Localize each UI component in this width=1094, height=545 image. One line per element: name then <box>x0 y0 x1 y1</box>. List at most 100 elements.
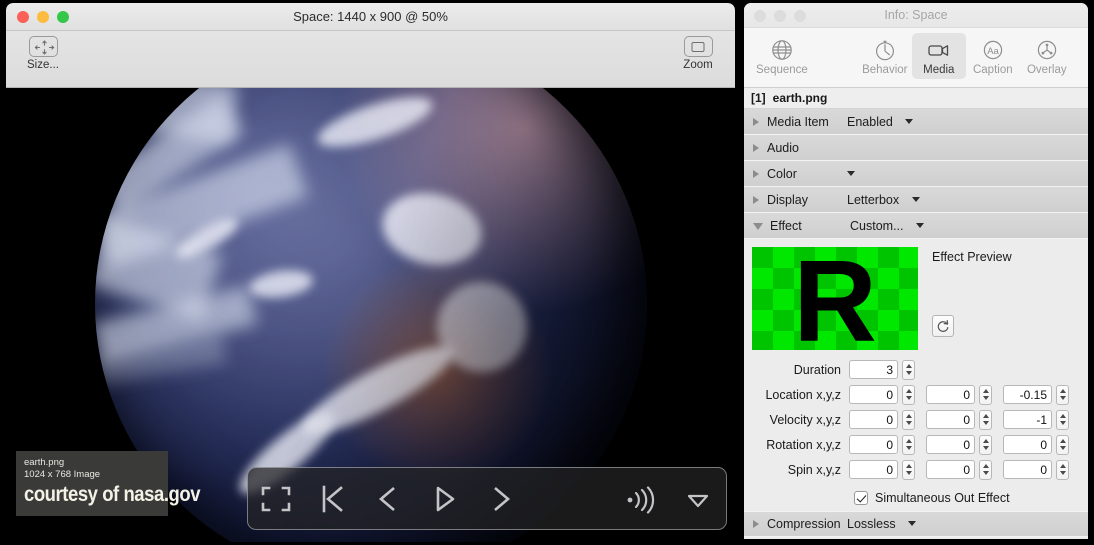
stepper-up-icon[interactable] <box>905 364 912 368</box>
stepper-up-icon[interactable] <box>905 439 912 443</box>
stepper-up-icon[interactable] <box>982 439 989 443</box>
spin-z-input[interactable] <box>1003 460 1052 479</box>
property-value-media-item[interactable]: Enabled <box>847 115 914 129</box>
location-x-input[interactable] <box>849 385 898 404</box>
velocity-y-input[interactable] <box>926 410 975 429</box>
property-row-compression[interactable]: Compression Lossless <box>744 511 1088 537</box>
stepper-up-icon[interactable] <box>982 389 989 393</box>
field-row-rotation: Rotation x,y,z <box>744 432 1088 457</box>
disclosure-triangle-open-icon[interactable] <box>753 223 763 230</box>
disclosure-triangle-icon[interactable] <box>753 169 759 178</box>
stepper-down-icon[interactable] <box>905 396 912 400</box>
property-value-effect[interactable]: Custom... <box>850 219 924 233</box>
tab-behavior[interactable]: Behavior <box>858 33 912 79</box>
disclosure-triangle-icon[interactable] <box>753 195 759 204</box>
play-button[interactable] <box>416 476 472 522</box>
image-canvas[interactable]: earth.png 1024 x 768 Image courtesy of n… <box>6 88 735 542</box>
stepper-down-icon[interactable] <box>905 421 912 425</box>
stepper-down-icon[interactable] <box>1059 446 1066 450</box>
stepper-up-icon[interactable] <box>1059 464 1066 468</box>
velocity-x-stepper[interactable] <box>902 409 915 430</box>
property-row-color[interactable]: Color <box>744 161 1088 187</box>
rotation-z-stepper[interactable] <box>1056 434 1069 455</box>
disclosure-triangle-icon[interactable] <box>753 117 759 126</box>
property-row-media-item[interactable]: Media Item Enabled <box>744 109 1088 135</box>
tab-sequence[interactable]: Sequence <box>752 33 812 79</box>
rotation-z-input[interactable] <box>1003 435 1052 454</box>
stepper-down-icon[interactable] <box>905 371 912 375</box>
chevron-down-icon[interactable] <box>915 222 924 228</box>
stepper-up-icon[interactable] <box>1059 414 1066 418</box>
velocity-y-stepper[interactable] <box>979 409 992 430</box>
next-button[interactable] <box>472 476 528 522</box>
duration-input[interactable] <box>849 360 898 379</box>
spin-x-stepper[interactable] <box>902 459 915 480</box>
chevron-down-icon[interactable] <box>908 521 917 526</box>
zoom-button[interactable]: Zoom <box>669 36 727 71</box>
property-value-compression[interactable]: Lossless <box>847 517 917 531</box>
rotation-x-input[interactable] <box>849 435 898 454</box>
simultaneous-out-effect-checkbox[interactable] <box>854 491 868 505</box>
chevron-down-icon[interactable] <box>847 170 855 176</box>
tab-overlay[interactable]: Overlay <box>1020 33 1074 79</box>
stepper-up-icon[interactable] <box>982 414 989 418</box>
stepper-up-icon[interactable] <box>1059 389 1066 393</box>
stepper-down-icon[interactable] <box>905 471 912 475</box>
stepper-up-icon[interactable] <box>982 464 989 468</box>
spin-z-stepper[interactable] <box>1056 459 1069 480</box>
tab-behavior-label: Behavior <box>862 64 908 76</box>
tab-caption[interactable]: Aa Caption <box>966 33 1020 79</box>
shade-button[interactable] <box>670 476 726 522</box>
property-row-audio[interactable]: Audio <box>744 135 1088 161</box>
stopwatch-icon <box>862 37 908 63</box>
stepper-up-icon[interactable] <box>1059 439 1066 443</box>
stepper-down-icon[interactable] <box>1059 421 1066 425</box>
rotation-y-stepper[interactable] <box>979 434 992 455</box>
location-z-input[interactable] <box>1003 385 1052 404</box>
property-row-effect[interactable]: Effect Custom... <box>744 213 1088 239</box>
stepper-down-icon[interactable] <box>1059 396 1066 400</box>
disclosure-triangle-icon[interactable] <box>753 143 759 152</box>
previous-button[interactable] <box>360 476 416 522</box>
chevron-down-icon[interactable] <box>911 196 920 202</box>
spin-x-input[interactable] <box>849 460 898 479</box>
velocity-x-input[interactable] <box>849 410 898 429</box>
fullscreen-button[interactable] <box>248 476 304 522</box>
field-label-rotation: Rotation x,y,z <box>766 437 841 452</box>
size-button[interactable]: Size... <box>14 36 72 71</box>
stepper-up-icon[interactable] <box>905 389 912 393</box>
velocity-z-stepper[interactable] <box>1056 409 1069 430</box>
stepper-up-icon[interactable] <box>905 464 912 468</box>
effect-preview-thumbnail[interactable]: R <box>752 247 918 350</box>
volume-button[interactable] <box>614 476 670 522</box>
stepper-down-icon[interactable] <box>982 471 989 475</box>
field-label-location: Location x,y,z <box>765 387 841 402</box>
zoom-button-label: Zoom <box>683 59 713 71</box>
duration-stepper[interactable] <box>902 359 915 380</box>
refresh-preview-button[interactable] <box>932 315 954 337</box>
stepper-down-icon[interactable] <box>905 446 912 450</box>
property-value-display[interactable]: Letterbox <box>847 193 920 207</box>
location-z-stepper[interactable] <box>1056 384 1069 405</box>
stepper-up-icon[interactable] <box>905 414 912 418</box>
location-y-stepper[interactable] <box>979 384 992 405</box>
location-x-stepper[interactable] <box>902 384 915 405</box>
stepper-down-icon[interactable] <box>982 446 989 450</box>
skip-to-start-button[interactable] <box>304 476 360 522</box>
rotation-y-input[interactable] <box>926 435 975 454</box>
tab-media[interactable]: Media <box>911 33 966 79</box>
stepper-down-icon[interactable] <box>1059 471 1066 475</box>
location-y-input[interactable] <box>926 385 975 404</box>
property-label-display: Display <box>767 192 808 207</box>
spin-y-stepper[interactable] <box>979 459 992 480</box>
spin-y-input[interactable] <box>926 460 975 479</box>
property-value-color[interactable] <box>847 167 855 181</box>
stepper-down-icon[interactable] <box>982 421 989 425</box>
stepper-down-icon[interactable] <box>982 396 989 400</box>
rotation-x-stepper[interactable] <box>902 434 915 455</box>
chevron-down-icon[interactable] <box>905 118 914 124</box>
simultaneous-out-effect-row[interactable]: Simultaneous Out Effect <box>744 485 1088 511</box>
disclosure-triangle-icon[interactable] <box>753 520 759 528</box>
property-row-display[interactable]: Display Letterbox <box>744 187 1088 213</box>
velocity-z-input[interactable] <box>1003 410 1052 429</box>
